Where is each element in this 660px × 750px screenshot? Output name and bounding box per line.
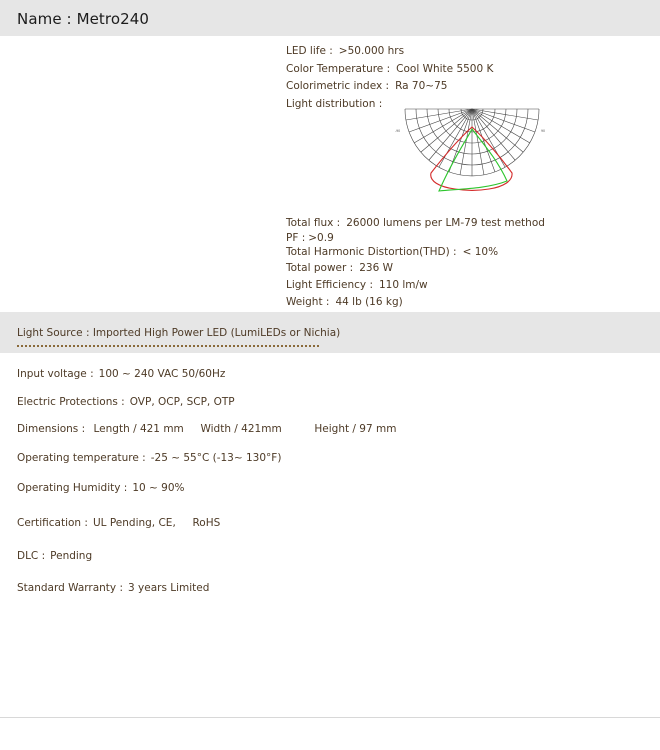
light-efficiency-label: Light Efficiency : [286,279,373,291]
color-temperature-row: Color Temperature : Cool White 5500 K [286,63,493,75]
thd-label: Total Harmonic Distortion(THD) : [286,246,457,258]
warranty-row: Standard Warranty : 3 years Limited [17,582,209,594]
polar-grid [404,108,540,177]
operating-temperature-row: Operating temperature : -25 ~ 55°C (-13~ … [17,452,281,464]
thd-row: Total Harmonic Distortion(THD) : < 10% [286,246,498,258]
product-name: Name : Metro240 [17,10,149,28]
total-flux-label: Total flux : [286,217,341,229]
bottom-divider [0,717,660,718]
dimensions-width: Width / 421mm [200,423,282,435]
polar-ray [471,108,506,168]
colorimetric-index-label: Colorimetric index : [286,80,390,92]
light-efficiency-value: 110 lm/w [379,279,428,291]
certification-row: Certification : UL Pending, CE, RoHS [17,517,220,529]
input-voltage-row: Input voltage : 100 ~ 240 VAC 50/60Hz [17,368,225,380]
weight-row: Weight : 44 lb (16 kg) [286,296,403,308]
certification-label: Certification : [17,517,88,529]
led-life-row: LED life : >50.000 hrs [286,45,404,57]
dimensions-length: Length / 421 mm [93,423,184,435]
electric-protections-value: OVP, OCP, SCP, OTP [129,396,235,408]
led-life-value: >50.000 hrs [338,45,405,57]
dlc-row: DLC : Pending [17,550,92,562]
dimensions-height: Height / 97 mm [314,423,397,435]
input-voltage-value: 100 ~ 240 VAC 50/60Hz [98,368,226,380]
operating-temperature-label: Operating temperature : [17,452,146,464]
electric-protections-label: Electric Protections : [17,396,125,408]
certification-value-2: RoHS [192,517,221,529]
total-power-row: Total power : 236 W [286,262,393,274]
operating-temperature-value: -25 ~ 55°C (-13~ 130°F) [150,452,282,464]
product-name-header: Name : Metro240 [0,0,660,36]
certification-value-1: UL Pending, CE, [92,517,176,529]
total-flux-row: Total flux : 26000 lumens per LM-79 test … [286,217,545,229]
dimensions-row: Dimensions : Length / 421 mm Width / 421… [17,423,396,435]
operating-humidity-value: 10 ~ 90% [132,482,185,494]
polar-angle-label-right: 90 [541,129,545,133]
light-distribution-polar-diagram: -90 90 [395,108,545,192]
colorimetric-index-value: Ra 70~75 [395,80,448,92]
colorimetric-index-row: Colorimetric index : Ra 70~75 [286,80,447,92]
light-distribution-label: Light distribution : [286,98,383,110]
led-life-label: LED life : [286,45,333,57]
color-temperature-value: Cool White 5500 K [396,63,494,75]
operating-humidity-label: Operating Humidity : [17,482,128,494]
dotted-underline [17,345,319,347]
operating-humidity-row: Operating Humidity : 10 ~ 90% [17,482,185,494]
product-name-value: Metro240 [76,10,150,28]
color-temperature-label: Color Temperature : [286,63,391,75]
thd-value: < 10% [462,246,499,258]
dlc-label: DLC : [17,550,46,562]
dlc-value: Pending [50,550,93,562]
dimensions-label: Dimensions : [17,423,86,435]
light-distribution-row: Light distribution : [286,98,382,110]
total-flux-value: 26000 lumens per LM-79 test method [346,217,545,229]
weight-label: Weight : [286,296,330,308]
light-efficiency-row: Light Efficiency : 110 lm/w [286,279,428,291]
input-voltage-label: Input voltage : [17,368,94,380]
product-name-label: Name : [17,10,72,28]
total-power-label: Total power : [286,262,354,274]
pf-row: PF : >0.9 [286,232,334,244]
electric-protections-row: Electric Protections : OVP, OCP, SCP, OTP [17,396,235,408]
polar-angle-label-left: -90 [395,129,400,133]
light-source-text: Light Source : Imported High Power LED (… [17,327,341,339]
pf-label: PF : [286,232,306,244]
total-power-value: 236 W [359,262,393,274]
pf-value: >0.9 [308,232,334,244]
light-source-band: Light Source : Imported High Power LED (… [0,312,660,353]
distribution-curve-red [430,126,513,192]
weight-value: 44 lb (16 kg) [335,296,403,308]
warranty-label: Standard Warranty : [17,582,123,594]
warranty-value: 3 years Limited [128,582,210,594]
